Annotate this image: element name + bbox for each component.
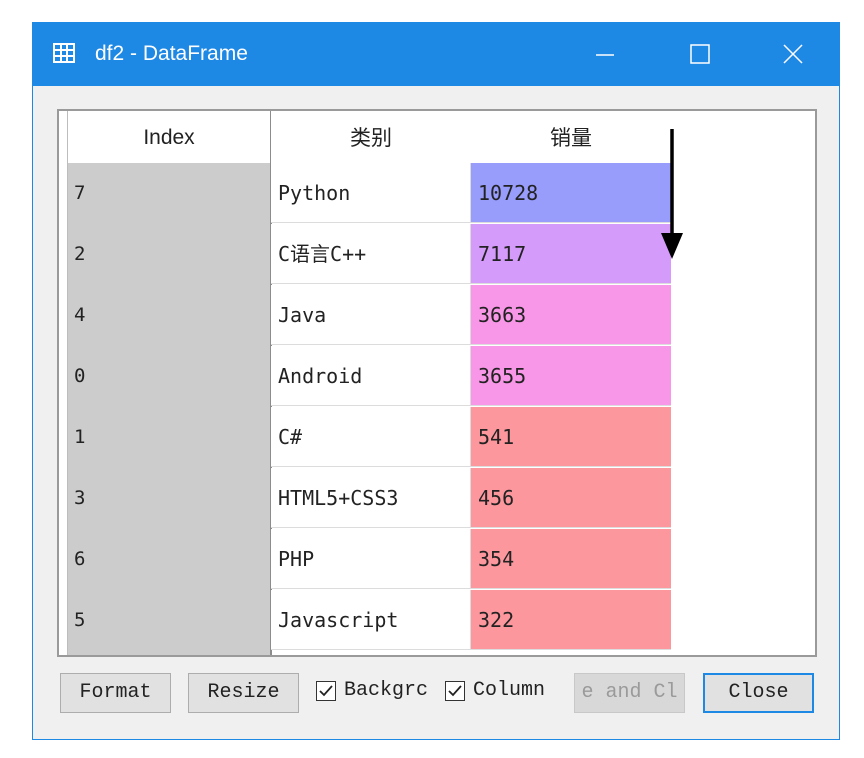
index-cell[interactable]: 0 — [68, 346, 270, 406]
sales-cell[interactable]: 3663 — [471, 285, 671, 345]
index-cell[interactable]: 2 — [68, 224, 270, 284]
format-button[interactable]: Format — [60, 673, 171, 713]
sales-cell[interactable]: 3655 — [471, 346, 671, 406]
index-cell[interactable]: 3 — [68, 468, 270, 528]
dataframe-window: df2 - DataFrame Index 7 2 4 0 1 3 6 5 类别… — [32, 22, 840, 740]
index-cell[interactable]: 4 — [68, 285, 270, 345]
index-cell[interactable]: 7 — [68, 163, 270, 223]
sales-cell[interactable]: 7117 — [471, 224, 671, 284]
index-cell[interactable]: 5 — [68, 590, 270, 650]
resize-button[interactable]: Resize — [188, 673, 299, 713]
save-and-close-button[interactable]: e and Cl — [574, 673, 685, 713]
sales-header[interactable]: 销量 — [471, 111, 671, 163]
dataframe-table[interactable]: Index 7 2 4 0 1 3 6 5 类别 销量 Python 10728… — [57, 109, 817, 657]
sales-cell[interactable]: 10728 — [471, 163, 671, 223]
checkbox-label: Column — [473, 679, 546, 702]
close-window-button[interactable] — [758, 23, 828, 86]
category-cell[interactable]: C语言C++ — [271, 224, 471, 284]
maximize-button[interactable] — [665, 23, 735, 86]
category-cell[interactable]: HTML5+CSS3 — [271, 468, 471, 528]
background-color-checkbox[interactable]: Backgrc — [316, 678, 444, 708]
index-header[interactable]: Index — [68, 111, 270, 163]
category-cell[interactable]: Java — [271, 285, 471, 345]
index-column: Index 7 2 4 0 1 3 6 5 — [67, 111, 272, 655]
sort-down-arrow-icon — [661, 129, 683, 259]
window-title: df2 - DataFrame — [95, 42, 248, 65]
category-cell[interactable]: Python — [271, 163, 471, 223]
close-button[interactable]: Close — [703, 673, 814, 713]
column-checkbox[interactable]: Column — [445, 678, 575, 708]
category-cell[interactable]: Android — [271, 346, 471, 406]
minimize-icon — [596, 54, 614, 56]
checkbox-label: Backgrc — [344, 679, 429, 702]
sales-cell[interactable]: 541 — [471, 407, 671, 467]
checkbox-box[interactable] — [445, 681, 465, 701]
title-bar[interactable]: df2 - DataFrame — [33, 23, 839, 86]
checkmark-icon — [448, 685, 462, 697]
index-cell[interactable]: 1 — [68, 407, 270, 467]
category-header[interactable]: 类别 — [271, 111, 471, 163]
close-icon — [783, 44, 803, 64]
sales-cell[interactable]: 456 — [471, 468, 671, 528]
minimize-button[interactable] — [570, 23, 640, 86]
category-cell[interactable]: PHP — [271, 529, 471, 589]
checkbox-box[interactable] — [316, 681, 336, 701]
sales-cell[interactable]: 354 — [471, 529, 671, 589]
sales-cell[interactable]: 322 — [471, 590, 671, 650]
checkmark-icon — [319, 685, 333, 697]
table-icon — [53, 43, 75, 63]
category-cell[interactable]: Javascript — [271, 590, 471, 650]
index-cell[interactable]: 6 — [68, 529, 270, 589]
maximize-icon — [690, 44, 710, 64]
category-cell[interactable]: C# — [271, 407, 471, 467]
